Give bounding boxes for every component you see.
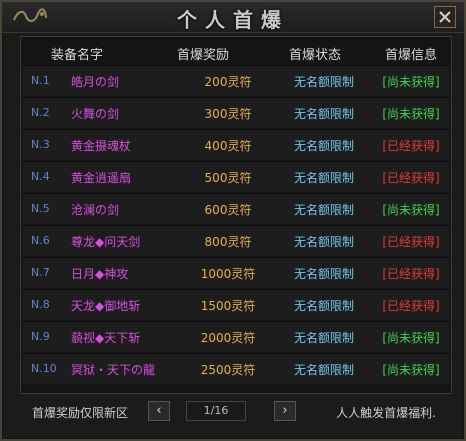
- row-number: N.10: [31, 362, 57, 375]
- item-info: [尚未获得]: [382, 203, 440, 217]
- item-status: 无名额限制: [293, 139, 354, 153]
- header-name: 装备名字: [51, 48, 104, 63]
- table-row[interactable]: N.3 黄金摄魂杖 400灵符 无名额限制 [已经获得]: [23, 129, 449, 160]
- header-reward: 首爆奖励: [177, 48, 230, 63]
- item-name: 日月◆神攻: [71, 267, 129, 281]
- item-name: 黄金逍遥扇: [71, 171, 132, 185]
- item-info: [已经获得]: [382, 171, 440, 185]
- item-name: 冥狱・天下の龍: [71, 363, 156, 377]
- item-reward: 200灵符: [204, 75, 252, 89]
- item-reward: 1000灵符: [200, 267, 256, 281]
- item-name: 天龙◆御地斩: [71, 299, 141, 313]
- row-number: N.3: [31, 138, 50, 151]
- item-info: [已经获得]: [382, 299, 440, 313]
- item-info: [尚未获得]: [382, 107, 440, 121]
- item-info: [尚未获得]: [382, 363, 440, 377]
- item-reward: 800灵符: [204, 235, 252, 249]
- item-reward: 1500灵符: [200, 299, 256, 313]
- table-row[interactable]: N.7 日月◆神攻 1000灵符 无名额限制 [已经获得]: [23, 257, 449, 288]
- table-row[interactable]: N.8 天龙◆御地斩 1500灵符 无名额限制 [已经获得]: [23, 289, 449, 320]
- table-row[interactable]: N.4 黄金逍遥扇 500灵符 无名额限制 [已经获得]: [23, 161, 449, 192]
- footer-note-right: 人人触发首爆福利.: [336, 406, 436, 420]
- header-status: 首爆状态: [289, 48, 342, 63]
- table-row[interactable]: N.10 冥狱・天下の龍 2500灵符 无名额限制 [尚未获得]: [23, 353, 449, 384]
- row-number: N.6: [31, 234, 50, 247]
- item-reward: 2500灵符: [200, 363, 256, 377]
- item-info: [尚未获得]: [382, 75, 440, 89]
- table-row[interactable]: N.9 藐视◆天下斩 2000灵符 无名额限制 [尚未获得]: [23, 321, 449, 352]
- item-info: [已经获得]: [382, 235, 440, 249]
- item-status: 无名额限制: [293, 363, 354, 377]
- page-indicator: 1/16: [186, 401, 246, 421]
- item-status: 无名额限制: [293, 75, 354, 89]
- item-status: 无名额限制: [293, 171, 354, 185]
- close-icon: [439, 11, 451, 23]
- item-info: [尚未获得]: [382, 331, 440, 345]
- item-reward: 2000灵符: [200, 331, 256, 345]
- prev-page-button[interactable]: ‹: [148, 401, 170, 421]
- item-info: [已经获得]: [382, 139, 440, 153]
- table-header: 装备名字 首爆奖励 首爆状态 首爆信息: [21, 37, 451, 65]
- item-name: 沧澜の剑: [71, 203, 120, 217]
- item-status: 无名额限制: [293, 299, 354, 313]
- table-row[interactable]: N.6 尊龙◆问天剑 800灵符 无名额限制 [已经获得]: [23, 225, 449, 256]
- title-bar: 个人首爆: [2, 2, 464, 33]
- next-page-button[interactable]: ›: [274, 401, 296, 421]
- row-number: N.7: [31, 266, 50, 279]
- row-number: N.5: [31, 202, 50, 215]
- item-name: 黄金摄魂杖: [71, 139, 132, 153]
- item-name: 尊龙◆问天剑: [71, 235, 141, 249]
- table-row[interactable]: N.1 皓月の剑 200灵符 无名额限制 [尚未获得]: [23, 65, 449, 96]
- item-status: 无名额限制: [293, 267, 354, 281]
- item-reward: 400灵符: [204, 139, 252, 153]
- footer-bar: 首爆奖励仅限新区 ‹ 1/16 › 人人触发首爆福利.: [2, 396, 464, 436]
- item-name: 皓月の剑: [71, 75, 120, 89]
- item-reward: 600灵符: [204, 203, 252, 217]
- row-number: N.9: [31, 330, 50, 343]
- item-reward: 500灵符: [204, 171, 252, 185]
- panel-title: 个人首爆: [177, 8, 289, 32]
- item-status: 无名额限制: [293, 235, 354, 249]
- item-name: 藐视◆天下斩: [71, 331, 141, 345]
- item-status: 无名额限制: [293, 107, 354, 121]
- table-row[interactable]: N.2 火舞の剑 300灵符 无名额限制 [尚未获得]: [23, 97, 449, 128]
- item-reward: 300灵符: [204, 107, 252, 121]
- footer-note-left: 首爆奖励仅限新区: [32, 406, 129, 420]
- item-status: 无名额限制: [293, 203, 354, 217]
- table-row[interactable]: N.5 沧澜の剑 600灵符 无名额限制 [尚未获得]: [23, 193, 449, 224]
- row-number: N.4: [31, 170, 50, 183]
- row-number: N.1: [31, 74, 50, 87]
- item-info: [已经获得]: [382, 267, 440, 281]
- row-number: N.8: [31, 298, 50, 311]
- header-info: 首爆信息: [385, 48, 438, 63]
- item-name: 火舞の剑: [71, 107, 120, 121]
- first-drop-table: 装备名字 首爆奖励 首爆状态 首爆信息 N.1 皓月の剑 200灵符 无名额限制…: [20, 36, 452, 394]
- first-drop-panel: 个人首爆 装备名字 首爆奖励 首爆状态 首爆信息 N.1 皓月の剑 200灵符 …: [0, 0, 466, 441]
- close-button[interactable]: [434, 6, 456, 28]
- item-status: 无名额限制: [293, 331, 354, 345]
- row-number: N.2: [31, 106, 50, 119]
